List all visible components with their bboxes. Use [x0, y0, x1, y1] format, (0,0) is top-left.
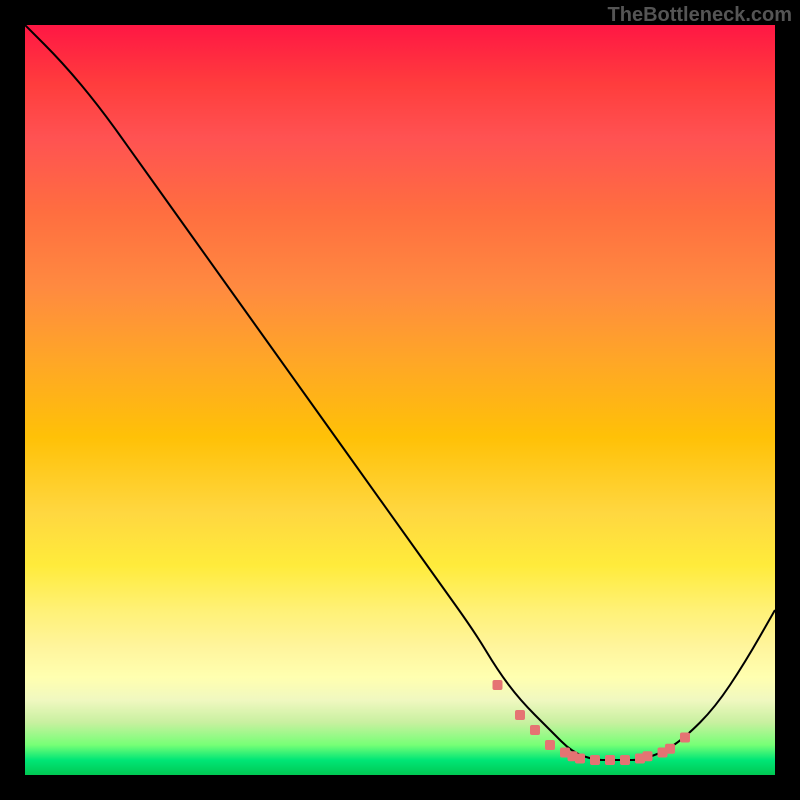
- marker-point: [515, 710, 525, 720]
- chart-container: [25, 25, 775, 775]
- marker-point: [643, 751, 653, 761]
- marker-point: [620, 755, 630, 765]
- marker-point: [590, 755, 600, 765]
- bottleneck-curve-line: [25, 25, 775, 760]
- marker-point: [575, 754, 585, 764]
- watermark-text: TheBottleneck.com: [608, 4, 792, 27]
- marker-point: [665, 744, 675, 754]
- chart-svg: [25, 25, 775, 775]
- marker-point: [545, 740, 555, 750]
- marker-point: [530, 725, 540, 735]
- marker-point: [493, 680, 503, 690]
- marker-point: [605, 755, 615, 765]
- marker-point: [680, 733, 690, 743]
- optimal-range-markers: [493, 680, 691, 765]
